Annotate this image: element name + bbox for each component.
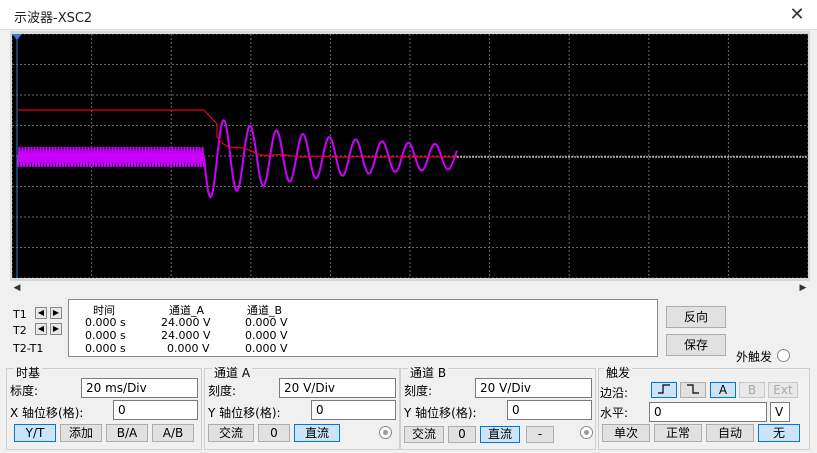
channel-a-title: 通道 A xyxy=(212,364,253,381)
channel-a-scale-field[interactable]: 20 V/Div xyxy=(279,378,396,398)
mode-add-button[interactable]: 添加 xyxy=(60,424,102,442)
title-bar: 示波器-XSC2 ✕ xyxy=(0,0,817,30)
timebase-scale-field[interactable]: 20 ms/Div xyxy=(81,378,198,398)
t1-time: 0.000 s xyxy=(85,316,126,329)
trigger-source-ext-button[interactable]: Ext xyxy=(768,382,798,398)
channel-b-zero-button[interactable]: 0 xyxy=(448,426,476,443)
t1-right-arrow-icon[interactable]: ▶ xyxy=(50,307,62,319)
scroll-left-icon[interactable]: ◀ xyxy=(10,281,24,295)
trigger-auto-button[interactable]: 自动 xyxy=(706,424,754,442)
t2-t1-time: 0.000 s xyxy=(85,342,126,355)
channel-a-ac-button[interactable]: 交流 xyxy=(208,424,254,442)
channel-a-trace xyxy=(17,119,458,199)
t2-channel-a: 24.000 V xyxy=(161,329,211,342)
window-title: 示波器-XSC2 xyxy=(14,11,93,26)
timebase-xpos-field[interactable]: 0 xyxy=(113,400,198,420)
ext-trigger-radio[interactable] xyxy=(777,349,790,362)
falling-edge-glyph xyxy=(687,384,699,394)
channel-a-ypos-label: Y 轴位移(格): xyxy=(208,406,281,420)
t1-channel-a: 24.000 V xyxy=(161,316,211,329)
channel-b-ac-button[interactable]: 交流 xyxy=(404,426,444,443)
t2-right-arrow-icon[interactable]: ▶ xyxy=(50,323,62,335)
rising-edge-icon[interactable] xyxy=(651,382,677,398)
channel-b-scale-field[interactable]: 20 V/Div xyxy=(475,378,592,398)
t2-t1-channel-b: 0.000 V xyxy=(245,342,288,355)
trigger-level-unit: V xyxy=(770,402,790,422)
t2-left-arrow-icon[interactable]: ◀ xyxy=(35,323,47,335)
t2-t1-channel-a: 0.000 V xyxy=(167,342,210,355)
channel-a-zero-button[interactable]: 0 xyxy=(258,424,290,442)
trigger-single-button[interactable]: 单次 xyxy=(602,424,650,442)
mode-yt-button[interactable]: Y/T xyxy=(14,424,56,442)
mode-ab-button[interactable]: A/B xyxy=(152,424,194,442)
save-button[interactable]: 保存 xyxy=(666,334,726,356)
ext-trigger-label: 外触发 xyxy=(736,350,773,364)
cursor-readout-table: 时间 通道_A 通道_B 0.000 s 24.000 V 0.000 V 0.… xyxy=(68,299,658,357)
mode-ba-button[interactable]: B/A xyxy=(106,424,148,442)
channel-b-dc-button[interactable]: 直流 xyxy=(480,426,520,443)
timebase-xpos-label: X 轴位移(格): xyxy=(10,406,84,420)
channel-b-radio[interactable] xyxy=(580,426,593,439)
t1-channel-b: 0.000 V xyxy=(245,316,288,329)
timebase-title: 时基 xyxy=(14,364,43,381)
t2-channel-b: 0.000 V xyxy=(245,329,288,342)
t2-time: 0.000 s xyxy=(85,329,126,342)
channel-a-ypos-field[interactable]: 0 xyxy=(311,400,396,420)
reverse-button[interactable]: 反向 xyxy=(666,306,726,328)
trigger-source-b-button[interactable]: B xyxy=(739,382,765,398)
trigger-source-a-button[interactable]: A xyxy=(710,382,736,398)
falling-edge-icon[interactable] xyxy=(680,382,706,398)
channel-a-scale-label: 刻度: xyxy=(208,384,237,398)
channel-b-scale-label: 刻度: xyxy=(404,384,433,398)
t1-label: T1 xyxy=(13,308,27,321)
t2-t1-label: T2-T1 xyxy=(13,342,44,355)
channel-b-ypos-field[interactable]: 0 xyxy=(507,400,592,420)
trigger-edge-label: 边沿: xyxy=(600,386,629,400)
channel-b-title: 通道 B xyxy=(408,364,449,381)
trigger-none-button[interactable]: 无 xyxy=(758,424,800,442)
scope-screen xyxy=(12,34,808,278)
channel-b-invert-button[interactable]: - xyxy=(526,426,554,443)
trigger-normal-button[interactable]: 正常 xyxy=(654,424,702,442)
channel-b-ypos-label: Y 轴位移(格): xyxy=(404,406,477,420)
channel-a-dc-button[interactable]: 直流 xyxy=(294,424,340,442)
trigger-title: 触发 xyxy=(604,364,633,381)
timebase-scale-label: 标度: xyxy=(10,384,39,398)
close-icon[interactable]: ✕ xyxy=(784,3,810,27)
t2-label: T2 xyxy=(13,324,27,337)
horizontal-scrollbar[interactable]: ◀ ▶ xyxy=(10,281,810,295)
trigger-level-label: 水平: xyxy=(600,406,629,420)
rising-edge-glyph xyxy=(658,384,670,394)
channel-a-radio[interactable] xyxy=(379,426,392,439)
channel-b-trace xyxy=(18,109,457,158)
scope-display xyxy=(12,34,808,278)
scroll-right-icon[interactable]: ▶ xyxy=(796,281,810,295)
t1-left-arrow-icon[interactable]: ◀ xyxy=(35,307,47,319)
trigger-level-field[interactable]: 0 xyxy=(649,402,767,422)
